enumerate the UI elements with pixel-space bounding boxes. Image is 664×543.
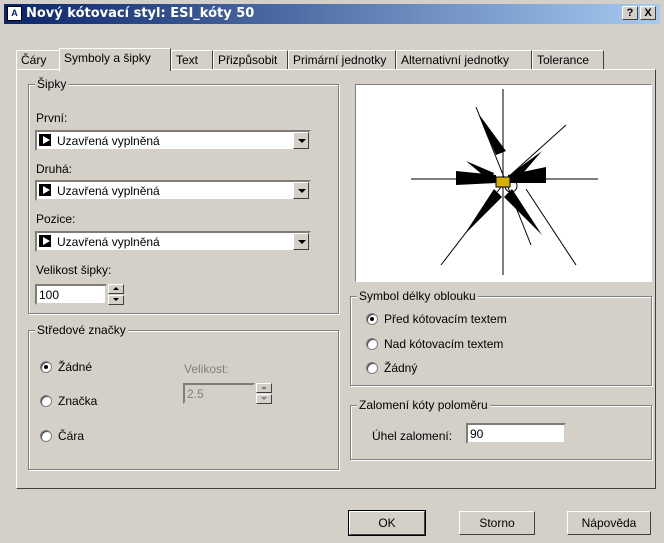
jog-angle-label: Úhel zalomení: [372,429,453,443]
closed-filled-arrow-icon [39,133,51,146]
arc-before-label: Před kótovacím textem [384,312,507,326]
center-size-spinner[interactable] [256,383,272,404]
radio-icon[interactable] [366,362,378,374]
dropdown-arrow-icon[interactable] [293,182,309,199]
radio-icon[interactable] [40,395,52,407]
center-marks-legend: Středové značky [35,323,128,337]
second-label: Druhá: [36,162,73,176]
center-mark-radio[interactable]: Značka [40,394,97,408]
dimension-preview-drawing [411,89,598,275]
jog-angle-input[interactable]: 90 [466,423,566,444]
dropdown-arrow-icon[interactable] [293,132,309,149]
radio-selected-icon[interactable] [40,361,52,373]
closed-filled-arrow-icon [39,234,51,247]
ok-button[interactable]: OK [348,510,426,536]
center-none-label: Žádné [58,360,93,374]
arc-before-radio[interactable]: Před kótovacím textem [366,312,507,326]
arc-above-radio[interactable]: Nad kótovacím textem [366,337,503,351]
arrow-size-input[interactable]: 100 [35,284,107,305]
leader-arrow-select[interactable]: Uzavřená vyplněná [35,231,311,252]
arrow-size-spinner[interactable] [108,284,124,305]
help-title-button[interactable]: ? [622,6,638,20]
tab-fit[interactable]: Přizpůsobit [213,50,288,70]
center-none-radio[interactable]: Žádné [40,360,92,374]
tab-tolerances[interactable]: Tolerance [532,50,604,70]
first-label: První: [36,111,68,125]
first-arrow-value: Uzavřená vyplněná [57,134,160,148]
closed-filled-arrow-icon [39,183,51,196]
radio-icon[interactable] [40,430,52,442]
second-arrow-select[interactable]: Uzavřená vyplněná [35,180,311,201]
leader-arrow-value: Uzavřená vyplněná [57,235,160,249]
cancel-button[interactable]: Storno [459,511,535,535]
tab-primary-units[interactable]: Primární jednotky [288,50,396,70]
arrowheads-legend: Šipky [35,77,69,91]
title-bar[interactable]: A Nový kótovací styl: ESI_kóty 50 ? X [4,4,660,24]
radio-selected-icon[interactable] [366,313,378,325]
arc-none-radio[interactable]: Žádný [366,361,417,375]
center-size-label: Velikost: [184,362,229,376]
app-icon: A [7,6,22,21]
tab-symbols-arrows[interactable]: Symboly a šipky [59,48,171,71]
spin-up-icon[interactable] [108,284,124,294]
tab-lines[interactable]: Čáry [16,50,61,70]
radius-jog-legend: Zalomení kóty poloměru [357,398,490,412]
dialog-window: A Nový kótovací styl: ESI_kóty 50 ? X Čá… [0,0,664,543]
arc-none-label: Žádný [384,361,418,375]
window-title: Nový kótovací styl: ESI_kóty 50 [26,6,255,21]
arc-above-label: Nad kótovacím textem [384,337,504,351]
arc-length-legend: Symbol délky oblouku [357,289,478,303]
dropdown-arrow-icon[interactable] [293,233,309,250]
help-button[interactable]: Nápověda [567,511,651,535]
second-arrow-value: Uzavřená vyplněná [57,184,160,198]
tab-text[interactable]: Text [171,50,213,70]
close-title-button[interactable]: X [640,6,656,20]
leader-label: Pozice: [36,212,76,226]
center-size-input[interactable]: 2.5 [183,383,255,404]
center-line-label: Čára [58,429,85,443]
radio-icon[interactable] [366,338,378,350]
spin-down-icon[interactable] [108,295,124,305]
arrow-size-label: Velikost šipky: [36,263,112,277]
tab-alternate-units[interactable]: Alternativní jednotky [396,50,532,70]
center-line-radio[interactable]: Čára [40,429,84,443]
first-arrow-select[interactable]: Uzavřená vyplněná [35,130,311,151]
center-mark-label: Značka [58,394,98,408]
preview-pane [355,84,652,282]
spin-up-icon[interactable] [256,383,272,393]
spin-down-icon[interactable] [256,394,272,404]
